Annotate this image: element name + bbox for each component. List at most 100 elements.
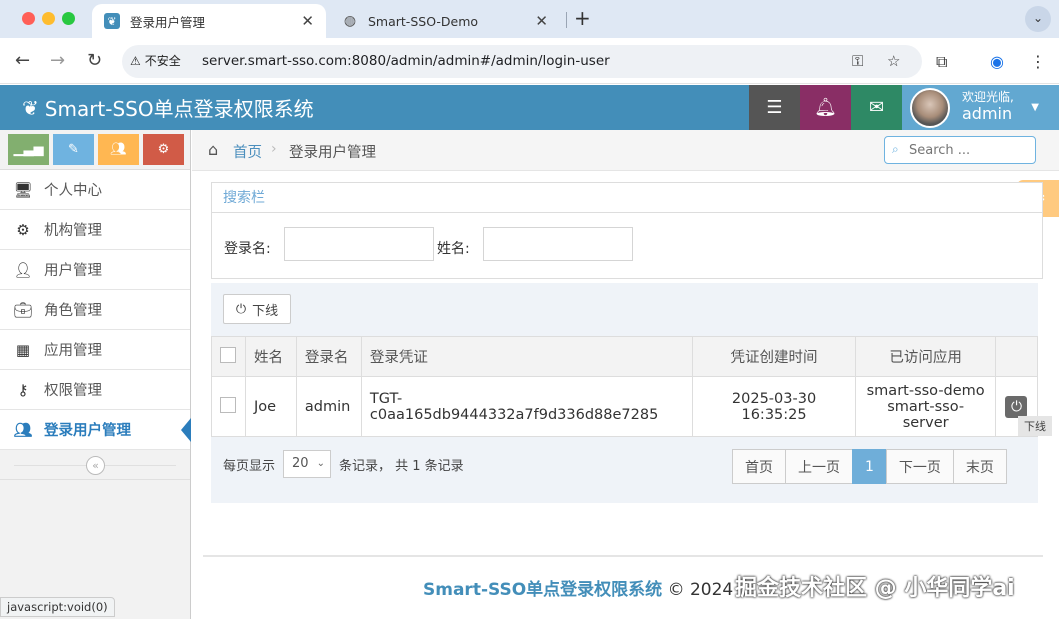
table-header-row: 姓名 登录名 登录凭证 凭证创建时间 已访问应用 [211, 336, 1039, 377]
page-first-button[interactable]: 首页 [732, 449, 786, 484]
welcome-text: 欢迎光临, [962, 90, 1014, 104]
search-input[interactable] [907, 140, 1027, 160]
app-name: smart-sso-server [887, 398, 965, 431]
double-angle-left-icon[interactable]: « [86, 456, 105, 475]
back-arrow-icon[interactable]: ← [15, 50, 30, 71]
power-off-icon: ⏻ [235, 301, 247, 317]
sidebar-item-roles[interactable]: 💼︎ 角色管理 [0, 290, 190, 330]
page-current-button[interactable]: 1 [852, 449, 887, 484]
browser-tab-inactive[interactable]: ◍ Smart-SSO-Demo ✕ [330, 4, 560, 38]
browser-address-bar: ← → ↻ ⚠ 不安全 server.smart-sso.com:8080/ad… [0, 38, 1059, 84]
sidebar-item-label: 个人中心 [44, 183, 102, 199]
tab-close-icon[interactable]: ✕ [301, 12, 314, 30]
page-prev-button[interactable]: 上一页 [785, 449, 853, 484]
row-logout-power-icon[interactable]: ⏻ [1005, 395, 1028, 418]
cell-created: 2025-03-30 16:35:25 [691, 376, 857, 437]
avatar [910, 88, 950, 128]
password-key-icon[interactable]: ⚿ [852, 52, 863, 70]
omnibox[interactable]: ⚠ 不安全 server.smart-sso.com:8080/admin/ad… [122, 45, 922, 78]
notifications-button[interactable]: 🔔︎ [800, 85, 851, 130]
login-user-table: 姓名 登录名 登录凭证 凭证创建时间 已访问应用 Joe admin TGT-c… [211, 336, 1039, 437]
logout-button[interactable]: ⏻ 下线 [223, 294, 291, 324]
users-icon: 👥︎ [110, 142, 127, 157]
window-minimize-button[interactable] [42, 12, 55, 25]
login-name-field[interactable] [284, 227, 434, 261]
shortcut-cogs-button[interactable]: ⚙ [143, 134, 184, 165]
sidebar-shortcuts: ▁▃▅ ✎ 👥︎ ⚙ [0, 130, 190, 170]
login-name-label: 登录名: [224, 241, 271, 257]
sidebar-item-label: 用户管理 [44, 263, 102, 279]
sidebar-item-users[interactable]: 👤︎ 用户管理 [0, 250, 190, 290]
home-icon[interactable]: ⌂ [208, 140, 218, 159]
window-zoom-button[interactable] [62, 12, 75, 25]
sidebar-item-profile[interactable]: 🖥︎ 个人中心 [0, 170, 190, 210]
page-size-select[interactable]: 20 ⌄ [283, 450, 331, 478]
extensions-puzzle-icon[interactable]: ⧉ [936, 52, 947, 72]
user-menu[interactable]: 欢迎光临, admin ▼ [902, 85, 1059, 130]
column-header[interactable]: 凭证创建时间 [691, 336, 857, 377]
app-header: ❦ Smart-SSO单点登录权限系统 ☰ 🔔︎ ✉ 欢迎光临, admin ▼ [0, 85, 1059, 130]
tasks-button[interactable]: ☰ [749, 85, 800, 130]
select-all-checkbox[interactable] [220, 346, 236, 363]
page-last-button[interactable]: 末页 [952, 449, 1007, 484]
leaf-icon: ❦ [22, 95, 39, 120]
url-text[interactable]: server.smart-sso.com:8080/admin/admin#/a… [202, 53, 610, 69]
tab-divider [566, 12, 567, 28]
tab-close-icon[interactable]: ✕ [535, 12, 548, 30]
window-close-button[interactable] [22, 12, 35, 25]
column-header-actions [994, 336, 1039, 377]
sidebar-item-apps[interactable]: ▦ 应用管理 [0, 330, 190, 370]
search-panel: 搜索栏 登录名: 姓名: [211, 182, 1043, 279]
security-chip[interactable]: ⚠ 不安全 [130, 52, 181, 69]
row-checkbox[interactable] [220, 396, 236, 413]
th-large-icon: ▦ [15, 340, 31, 359]
username: admin [962, 104, 1013, 123]
tab-search-chevron-icon[interactable]: ⌄ [1025, 6, 1051, 32]
tab-title: 登录用户管理 [130, 14, 206, 30]
profile-icon[interactable]: ◉ [990, 52, 1004, 71]
name-field[interactable] [483, 227, 633, 261]
cell-apps: smart-sso-demo smart-sso-server [855, 376, 996, 437]
watermark: 掘金技术社区 @ 小华同学ai [735, 576, 1015, 601]
sidebar-item-permissions[interactable]: ⚷ 权限管理 [0, 370, 190, 410]
search-icon: ⌕ [892, 142, 899, 156]
sidebar: ▁▃▅ ✎ 👥︎ ⚙ 🖥︎ 个人中心 ⚙ 机构管理 👤︎ 用户管理 💼︎ 角色管… [0, 130, 191, 619]
messages-button[interactable]: ✉ [851, 85, 902, 130]
tasks-icon: ☰ [766, 97, 783, 118]
tooltip: 下线 [1018, 416, 1052, 436]
reload-icon[interactable]: ↻ [87, 50, 102, 71]
sidebar-item-login-users[interactable]: 👥︎ 登录用户管理 [0, 410, 191, 450]
row-select-cell [211, 376, 246, 437]
sidebar-item-label: 机构管理 [44, 223, 102, 239]
breadcrumb-home-link[interactable]: 首页 [233, 141, 262, 162]
new-tab-icon[interactable]: + [574, 6, 591, 30]
app-title: Smart-SSO单点登录权限系统 [44, 97, 314, 121]
footer-brand: Smart-SSO单点登录权限系统 [423, 580, 663, 600]
footer-copyright: © 2024 [667, 580, 734, 600]
browser-tab-bar: ❦ 登录用户管理 ✕ ◍ Smart-SSO-Demo ✕ + ⌄ [0, 0, 1059, 38]
bell-icon: 🔔︎ [814, 97, 837, 118]
column-header[interactable]: 姓名 [244, 336, 297, 377]
key-icon: ⚷ [17, 380, 29, 399]
browser-tab-active[interactable]: ❦ 登录用户管理 ✕ [92, 4, 326, 38]
shortcut-users-button[interactable]: 👥︎ [98, 134, 139, 165]
column-header[interactable]: 登录名 [295, 336, 362, 377]
user-icon: 👤︎ [13, 260, 33, 279]
app-logo[interactable]: ❦ Smart-SSO单点登录权限系统 [22, 93, 314, 122]
column-header[interactable]: 已访问应用 [855, 336, 996, 377]
sidebar-item-organizations[interactable]: ⚙ 机构管理 [0, 210, 190, 250]
browser-menu-icon[interactable]: ⋮ [1030, 52, 1046, 71]
shortcut-pencil-button[interactable]: ✎ [53, 134, 94, 165]
chevron-down-icon: ⌄ [316, 458, 325, 469]
column-header[interactable]: 登录凭证 [360, 336, 693, 377]
users-icon: 👥︎ [13, 420, 33, 439]
warning-triangle-icon: ⚠ [130, 53, 141, 68]
bookmark-star-icon[interactable]: ☆ [887, 52, 900, 70]
shortcut-signal-button[interactable]: ▁▃▅ [8, 134, 49, 165]
per-page-label: 每页显示 [223, 459, 276, 474]
signal-icon: ▁▃▅ [13, 142, 44, 157]
sidebar-item-label: 角色管理 [44, 303, 102, 319]
page-next-button[interactable]: 下一页 [885, 449, 954, 484]
forward-arrow-icon[interactable]: → [50, 50, 65, 71]
sidebar-item-label: 权限管理 [44, 383, 102, 399]
